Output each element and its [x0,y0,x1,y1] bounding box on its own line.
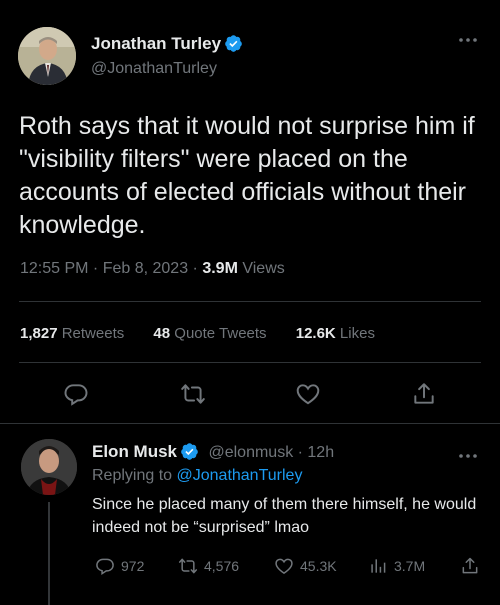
main-author-handle[interactable]: @JonathanTurley [91,60,217,78]
replying-prefix: Replying to [92,467,177,484]
reply-views-count: 3.7M [394,558,426,574]
like-icon [275,558,293,574]
reply-replies-count: 972 [121,558,145,574]
replying-to-handle[interactable]: @JonathanTurley [177,467,303,484]
divider [19,362,481,363]
reply-icon[interactable] [63,381,89,407]
elon-musk-avatar[interactable] [21,439,77,495]
tweet-stats: 1,827 Retweets 48 Quote Tweets 12.6K Lik… [20,325,400,342]
share-icon[interactable] [411,381,437,407]
more-icon[interactable] [458,446,478,464]
verified-badge-icon [180,442,199,461]
verified-badge-icon [224,34,243,53]
reply-text: Since he placed many of them there himse… [92,496,477,536]
retweets-label: Retweets [57,325,125,342]
main-tweet-text: Roth says that it would not surprise him… [19,112,475,239]
like-icon[interactable] [295,381,321,407]
main-author-row: Jonathan Turley [91,34,243,54]
reply-share-action[interactable] [460,556,486,576]
tweet-meta: 12:55 PM · Feb 8, 2023 · 3.9M Views [20,260,285,278]
more-icon[interactable] [458,30,478,48]
quotes-label: Quote Tweets [170,325,267,342]
reply-retweet-action[interactable]: 4,576 [178,556,239,576]
reply-author-name[interactable]: Elon Musk [92,442,177,461]
quotes-stat[interactable]: 48 Quote Tweets [153,325,266,342]
reply-views-action[interactable]: 3.7M [368,556,425,576]
reply-reply-action[interactable]: 972 [95,556,144,576]
main-author-name[interactable]: Jonathan Turley [91,34,221,53]
likes-count: 12.6K [295,325,336,342]
reply-author-row: Elon Musk @elonmusk · 12h [92,442,334,462]
retweet-icon [178,558,198,574]
quotes-count: 48 [153,325,171,342]
share-icon [462,557,478,574]
reply-icon [96,558,114,576]
reply-time[interactable]: 12h [307,444,334,461]
retweet-icon[interactable] [180,381,206,407]
likes-label: Likes [335,325,375,342]
replying-to: Replying to @JonathanTurley [92,467,302,485]
views-icon [371,559,386,573]
tweet-timestamp[interactable]: 12:55 PM · Feb 8, 2023 · [20,260,202,277]
retweets-stat[interactable]: 1,827 Retweets [20,325,124,342]
jonathan-turley-avatar[interactable] [18,27,76,85]
reply-author-handle[interactable]: @elonmusk [208,444,293,461]
reply-retweets-count: 4,576 [204,558,240,574]
reply-separator: · [293,444,308,461]
divider [0,423,500,424]
divider [19,301,481,302]
thread-line [48,502,50,605]
likes-stat[interactable]: 12.6K Likes [296,325,375,342]
views-label: Views [237,260,285,277]
reply-likes-count: 45.3K [300,558,337,574]
retweets-count: 1,827 [20,325,58,342]
reply-like-action[interactable]: 45.3K [274,556,337,576]
views-count: 3.9M [202,260,238,277]
